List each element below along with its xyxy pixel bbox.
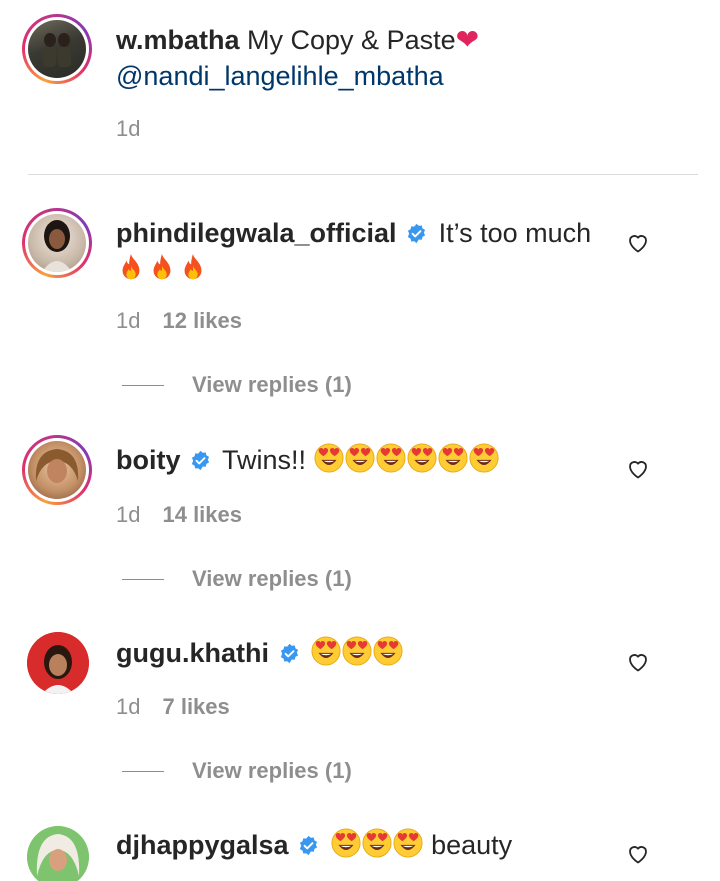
heart-eyes-emoji	[407, 443, 437, 473]
comment-text: gugu.khathi	[116, 635, 596, 671]
replies-line	[122, 578, 164, 580]
heart-eyes-emoji-group	[331, 828, 424, 860]
comment-username[interactable]: gugu.khathi	[116, 638, 269, 668]
comment-text: boity Twins!!	[116, 442, 596, 478]
comment-likes[interactable]: 7 likes	[162, 694, 229, 720]
heart-eyes-emoji	[342, 636, 372, 666]
verified-badge-icon	[280, 643, 298, 664]
comment-username[interactable]: boity	[116, 445, 181, 475]
heart-eyes-emoji	[393, 828, 423, 858]
like-heart-icon[interactable]	[626, 231, 650, 255]
verified-badge-icon	[407, 223, 426, 244]
post-caption: w.mbatha My Copy & Paste❤ @nandi_langeli…	[0, 0, 720, 174]
divider	[28, 174, 698, 175]
fire-emoji-group	[116, 253, 209, 284]
comment-likes[interactable]: 14 likes	[162, 502, 242, 528]
comment-username[interactable]: djhappygalsa	[116, 830, 289, 860]
comment-message: Twins!!	[222, 445, 307, 475]
heart-eyes-emoji	[373, 636, 403, 666]
comment-time: 1d	[116, 694, 141, 719]
mention-link[interactable]: @nandi_langelihle_mbatha	[116, 61, 444, 91]
view-replies-button[interactable]: View replies (1)	[122, 372, 352, 398]
replies-line	[122, 770, 164, 772]
fire-emoji	[122, 253, 140, 280]
view-replies-label: View replies (1)	[192, 758, 352, 783]
view-replies-button[interactable]: View replies (1)	[122, 758, 352, 784]
heart-eyes-emoji	[345, 443, 375, 473]
caption-text: w.mbatha My Copy & Paste❤ @nandi_langeli…	[116, 22, 596, 94]
verified-badge-icon	[191, 450, 210, 471]
caption-time: 1d	[116, 116, 141, 141]
fire-emoji	[184, 253, 202, 280]
comment-username[interactable]: phindilegwala_official	[116, 218, 397, 248]
caption-message: My Copy & Paste	[239, 25, 456, 55]
comment-message: It’s too much	[438, 218, 592, 248]
avatar-w-mbatha[interactable]	[22, 14, 92, 84]
heart-eyes-emoji	[438, 443, 468, 473]
comment-message: beauty	[431, 830, 513, 860]
heart-eyes-emoji	[362, 828, 392, 858]
fire-emoji	[153, 253, 171, 280]
caption-meta: 1d	[116, 116, 140, 142]
avatar-gugu-khathi[interactable]	[27, 632, 89, 694]
view-replies-button[interactable]: View replies (1)	[122, 566, 352, 592]
comment-text: djhappygalsa beauty	[116, 827, 596, 863]
comment-time: 1d	[116, 502, 141, 527]
caption-username[interactable]: w.mbatha	[116, 25, 240, 55]
comment-meta: 1d 12 likes	[116, 308, 242, 334]
avatar-phindilegwala[interactable]	[22, 208, 92, 278]
replies-line	[122, 384, 164, 386]
red-heart-emoji: ❤	[455, 24, 480, 55]
avatar-djhappygalsa[interactable]	[27, 826, 89, 881]
heart-eyes-emoji-group	[314, 443, 500, 475]
comment-time: 1d	[116, 308, 141, 333]
heart-eyes-emoji	[331, 828, 361, 858]
like-heart-icon[interactable]	[626, 650, 650, 674]
heart-eyes-emoji	[314, 443, 344, 473]
view-replies-label: View replies (1)	[192, 372, 352, 397]
verified-badge-icon	[299, 835, 318, 856]
view-replies-label: View replies (1)	[192, 566, 352, 591]
comment-meta: 1d 7 likes	[116, 694, 230, 720]
heart-eyes-emoji	[376, 443, 406, 473]
like-heart-icon[interactable]	[626, 457, 650, 481]
heart-eyes-emoji	[469, 443, 499, 473]
comment-text: phindilegwala_official It’s too much	[116, 215, 596, 287]
comment-meta: 1d 14 likes	[116, 502, 242, 528]
heart-eyes-emoji-group	[311, 636, 404, 668]
heart-eyes-emoji	[311, 636, 341, 666]
avatar-boity[interactable]	[22, 435, 92, 505]
like-heart-icon[interactable]	[626, 842, 650, 866]
comment-likes[interactable]: 12 likes	[162, 308, 242, 334]
